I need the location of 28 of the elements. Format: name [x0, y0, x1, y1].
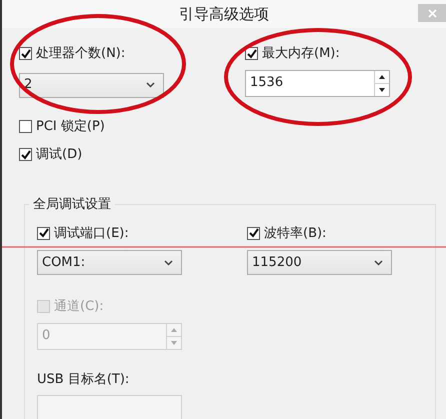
checkmark-icon — [246, 48, 256, 59]
checkmark-icon — [20, 150, 30, 160]
checkmark-icon — [38, 228, 48, 238]
dropdown[interactable]: 115200 — [247, 250, 392, 275]
checkbox-label: PCI 锁定(P) — [36, 118, 105, 136]
chevron-down-icon — [146, 82, 155, 88]
checkbox-label: 调试端口(E): — [54, 224, 129, 242]
checkmark-icon — [248, 228, 258, 238]
chevron-down-icon — [374, 260, 383, 266]
checkbox-label: 通道(C): — [54, 298, 104, 316]
checkbox[interactable] — [19, 47, 32, 60]
checkbox-label: 波特率(B): — [264, 224, 326, 242]
checkbox[interactable] — [37, 226, 50, 240]
dropdown[interactable]: 2 — [19, 72, 164, 98]
checkbox-label: 调试(D) — [36, 146, 82, 164]
window-title: 引导高级选项 — [179, 4, 269, 25]
checkbox[interactable] — [19, 148, 32, 162]
checkbox-label: 处理器个数(N): — [36, 45, 126, 63]
field-label: USB 目标名(T): — [37, 370, 130, 388]
checkbox[interactable] — [19, 120, 32, 133]
spin-box[interactable]: 1536 — [245, 70, 390, 96]
chevron-down-icon — [164, 260, 173, 266]
checkbox[interactable] — [245, 47, 258, 60]
checkmark-icon — [20, 48, 30, 59]
checkbox-label: 最大内存(M): — [262, 45, 340, 63]
checkbox[interactable] — [247, 226, 260, 240]
dropdown[interactable]: COM1: — [37, 250, 182, 275]
close-icon — [428, 8, 436, 18]
